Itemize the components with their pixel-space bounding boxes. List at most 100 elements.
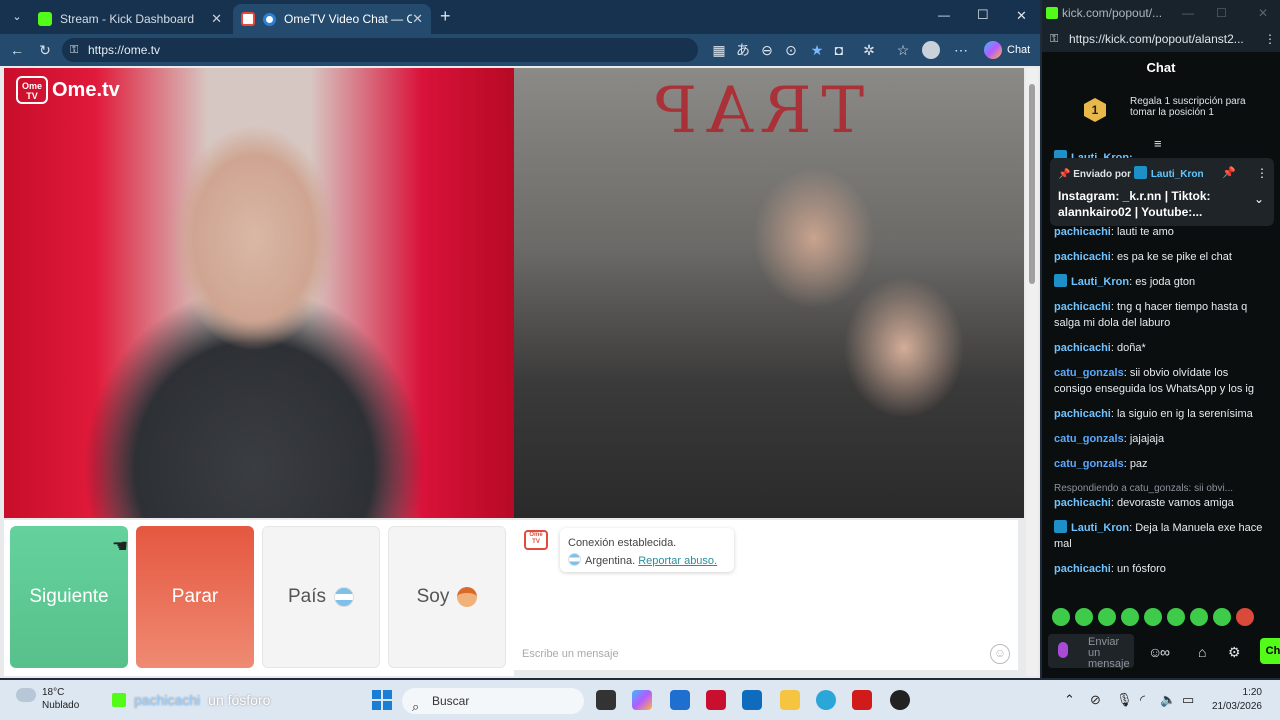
gift-sub-banner[interactable]: Regala 1 suscripción para tomar la posic… <box>1082 96 1272 118</box>
close-tab-icon[interactable]: ✕ <box>412 11 423 27</box>
maximize-button[interactable]: ☐ <box>1216 0 1227 26</box>
chevron-up-icon[interactable]: ⌃ <box>1064 692 1075 708</box>
battery-icon[interactable]: ▭ <box>1182 692 1194 708</box>
refresh-icon[interactable]: ↻ <box>36 41 54 59</box>
more-icon[interactable]: ⋮ <box>1264 26 1276 52</box>
store-icon[interactable]: ⌂ <box>1198 644 1206 660</box>
settings-menu-icon[interactable]: ⋯ <box>952 41 970 59</box>
emoji-smile-icon[interactable]: ☺ <box>990 644 1010 664</box>
more-tools-icon[interactable]: ⊙ <box>782 41 800 59</box>
chat-username[interactable]: Lauti_Kron <box>1071 276 1129 288</box>
favorite-star-icon[interactable]: ★ <box>808 41 826 59</box>
mic-icon[interactable]: 🎙 <box>1116 692 1133 708</box>
text-chat-panel: Ome TV Conexión establecida. Argentina. … <box>514 520 1018 670</box>
stop-button[interactable]: Parar <box>136 526 254 668</box>
mcafee-icon[interactable] <box>706 690 726 710</box>
emote-icon[interactable] <box>1167 608 1185 626</box>
report-abuse-link[interactable]: Reportar abuso. <box>638 555 717 567</box>
url-field[interactable]: ⚿ https://ome.tv <box>62 38 698 62</box>
chat-username[interactable]: pachicachi <box>1054 342 1111 354</box>
minimize-button[interactable]: — <box>1182 0 1194 26</box>
emote-icon[interactable] <box>1098 608 1116 626</box>
chat-username[interactable]: pachicachi <box>1054 226 1111 238</box>
emote-icon[interactable] <box>1121 608 1139 626</box>
tab-kick-dashboard[interactable]: Stream - Kick Dashboard ✕ <box>30 4 230 34</box>
hand-cursor-icon: ☚ <box>112 536 129 556</box>
emote-icon[interactable] <box>1190 608 1208 626</box>
emote-icon[interactable] <box>1213 608 1231 626</box>
camera-icon[interactable]: ◘ <box>830 41 848 59</box>
chat-username[interactable]: pachicachi <box>1054 251 1111 263</box>
send-chat-button[interactable]: Ch <box>1260 638 1280 664</box>
scrollbar-thumb[interactable] <box>1029 84 1035 284</box>
next-button[interactable]: Siguiente <box>10 526 128 668</box>
tab-ometv[interactable]: OmeTV Video Chat — Omegl ✕ <box>233 4 431 34</box>
pinned-menu-icon[interactable]: ⋮ <box>1256 166 1268 180</box>
wifi-icon[interactable]: ◜ <box>1140 692 1145 708</box>
chat-username[interactable]: pachicachi <box>1054 301 1111 313</box>
gender-button[interactable]: Soy <box>388 526 506 668</box>
extensions-icon[interactable]: ✲ <box>860 41 878 59</box>
minimize-button[interactable]: — <box>938 8 950 22</box>
favorites-icon[interactable]: ☆ <box>894 41 912 59</box>
maximize-button[interactable]: ☐ <box>977 7 989 23</box>
volume-icon[interactable]: 🔈 <box>1160 692 1176 708</box>
ticker-user: pachicachi <box>134 692 201 708</box>
file-explorer-icon[interactable] <box>780 690 800 710</box>
chat-username[interactable]: catu_gonzals <box>1054 367 1124 379</box>
chat-username[interactable]: Lauti_Kron <box>1071 522 1129 534</box>
emote-icon[interactable] <box>1052 608 1070 626</box>
country-line: Argentina. Reportar abuso. <box>568 552 726 570</box>
country-button[interactable]: País <box>262 526 380 668</box>
tab-actions-icon[interactable]: ⌄ <box>8 8 26 26</box>
no-connection-icon[interactable]: ⊘ <box>1090 692 1101 708</box>
chat-username[interactable]: pachicachi <box>1054 563 1111 575</box>
close-tab-icon[interactable]: ✕ <box>211 11 222 27</box>
back-arrow-icon[interactable]: ← <box>8 41 26 59</box>
clock[interactable]: 1:20 21/03/2026 <box>1210 686 1262 714</box>
emote-icon[interactable] <box>1236 608 1254 626</box>
weather-widget[interactable]: 18°C Nublado <box>16 686 79 712</box>
page-scrollbar[interactable] <box>1026 68 1038 676</box>
kick-points-icon[interactable]: ∞ <box>1160 644 1170 660</box>
translate-icon[interactable]: あ <box>734 41 752 59</box>
reply-context[interactable]: Respondiendo a catu_gonzals: sii obvi... <box>1054 481 1268 497</box>
obs-icon[interactable] <box>890 690 910 710</box>
chat-username[interactable]: pachicachi <box>1054 408 1111 420</box>
store-app-icon[interactable] <box>670 690 690 710</box>
sent-by-label: Enviado por <box>1073 169 1132 180</box>
chat-username[interactable]: pachicachi <box>1054 497 1111 509</box>
unpin-icon[interactable]: 📌 <box>1222 166 1236 179</box>
pinned-text: Instagram: _k.r.nn | Tiktok: alannkairo0… <box>1058 189 1211 219</box>
task-view-icon[interactable] <box>596 690 616 710</box>
emote-icon[interactable] <box>1075 608 1093 626</box>
close-window-button[interactable]: ✕ <box>1016 8 1027 24</box>
outlook-icon[interactable] <box>742 690 762 710</box>
popout-url-bar[interactable]: ⚿ https://kick.com/popout/alanst2... ⋮ <box>1042 26 1280 52</box>
filter-icon[interactable]: ≡ <box>1154 136 1162 151</box>
expand-chevron-icon[interactable]: ⌄ <box>1254 192 1264 206</box>
l-app-icon[interactable] <box>852 690 872 710</box>
message-input[interactable]: Escribe un mensaje <box>522 648 992 660</box>
copilot-button[interactable]: Chat <box>984 41 1030 59</box>
close-window-button[interactable]: ✕ <box>1258 0 1268 26</box>
profile-avatar[interactable] <box>922 41 940 59</box>
new-tab-button[interactable]: + <box>440 6 451 27</box>
zoom-icon[interactable]: ⊖ <box>758 41 776 59</box>
pinned-user[interactable]: Lauti_Kron <box>1151 169 1204 180</box>
chat-username[interactable]: catu_gonzals <box>1054 433 1124 445</box>
kick-message-input[interactable]: Enviar un mensaje <box>1048 634 1134 670</box>
gear-icon[interactable]: ⚙ <box>1228 644 1241 661</box>
site-info-icon[interactable]: ⚿ <box>70 38 78 62</box>
site-info-icon[interactable]: ⚿ <box>1050 26 1058 52</box>
emote-icon[interactable] <box>1144 608 1162 626</box>
chat-username[interactable]: catu_gonzals <box>1054 458 1124 470</box>
edge-icon[interactable] <box>816 690 836 710</box>
kick-chat-popout: kick.com/popout/... — ☐ ✕ ⚿ https://kick… <box>1042 0 1280 678</box>
copilot-app-icon[interactable] <box>632 690 652 710</box>
apps-icon[interactable]: ▦ <box>710 41 728 59</box>
ometv-logo: Ome TV Ome.tv <box>16 76 120 104</box>
taskbar-search[interactable]: ⌕ Buscar <box>402 688 584 714</box>
start-button[interactable] <box>372 690 392 710</box>
mic-icon[interactable] <box>1058 642 1068 658</box>
